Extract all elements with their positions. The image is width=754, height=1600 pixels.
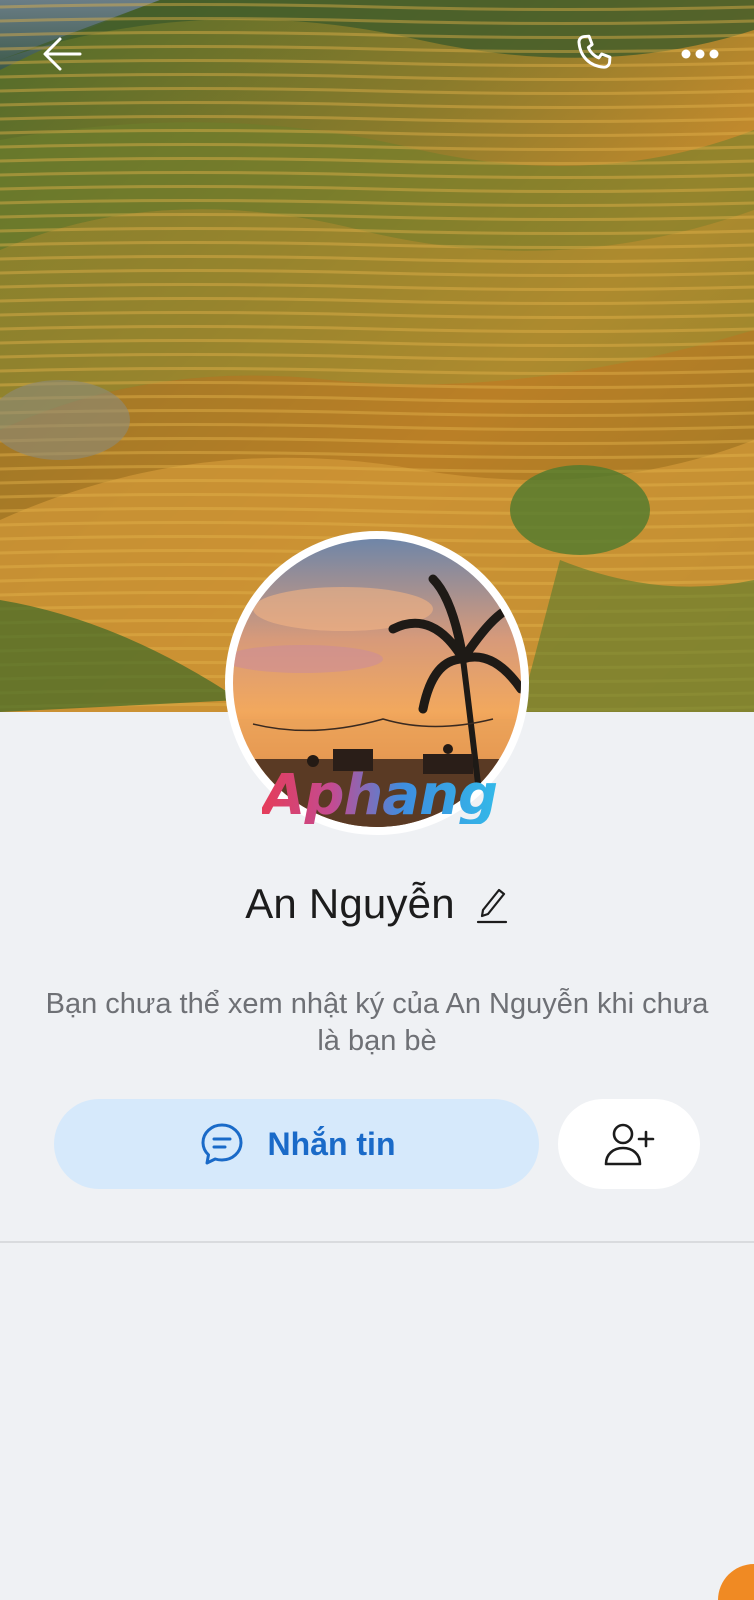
add-user-icon xyxy=(604,1123,655,1166)
more-button[interactable] xyxy=(668,22,732,86)
arrow-left-icon xyxy=(43,37,82,71)
message-button-label: Nhắn tin xyxy=(267,1125,396,1162)
chat-bubble-icon xyxy=(201,1123,242,1165)
pencil-icon xyxy=(476,888,507,924)
call-button[interactable] xyxy=(562,22,626,86)
floating-badge[interactable] xyxy=(718,1564,754,1600)
profile-page: Aphang An Nguyễn Bạn chưa thể xem nhật k… xyxy=(0,0,754,1600)
add-friend-button[interactable] xyxy=(558,1099,700,1189)
profile-name: An Nguyễn xyxy=(245,880,455,927)
section-divider xyxy=(0,1241,754,1243)
watermark: Aphang xyxy=(262,763,498,828)
privacy-notice: Bạn chưa thể xem nhật ký của An Nguyễn k… xyxy=(45,988,709,1057)
name-row: An Nguyễn xyxy=(0,872,754,936)
message-button[interactable]: Nhắn tin xyxy=(54,1099,539,1189)
more-horizontal-icon xyxy=(681,49,719,59)
back-button[interactable] xyxy=(30,22,94,86)
phone-icon xyxy=(577,34,612,69)
edit-name-button[interactable] xyxy=(475,884,509,924)
